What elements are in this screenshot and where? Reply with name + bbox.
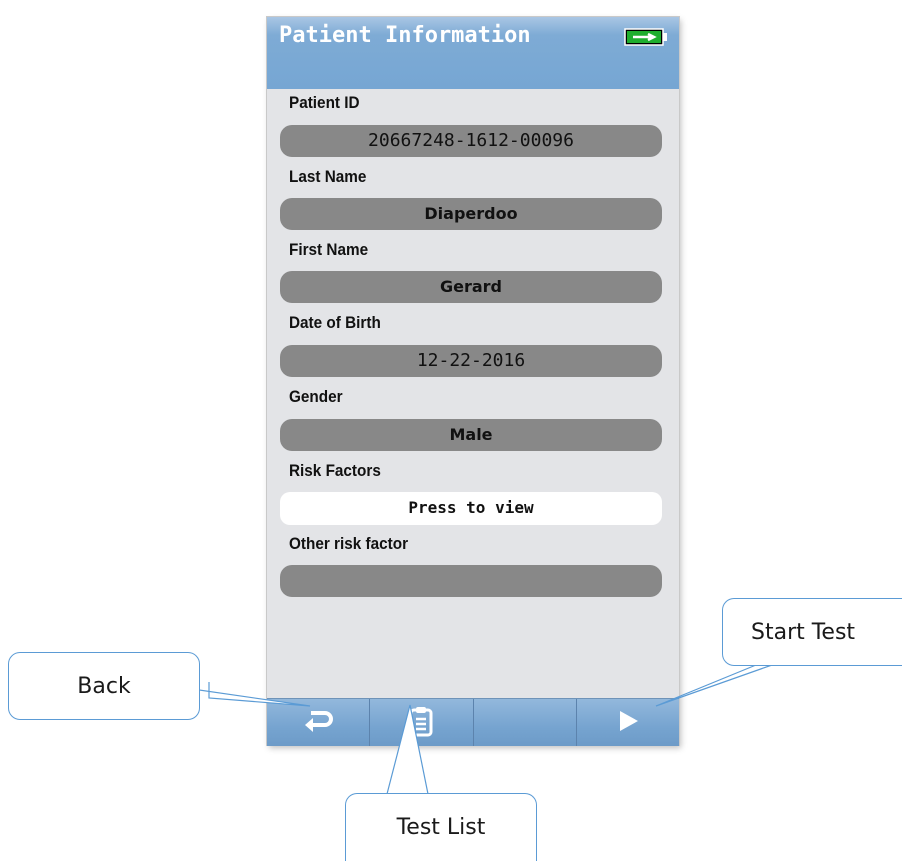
callout-connectors	[198, 664, 773, 795]
test-list-callout: Test List	[345, 793, 537, 861]
start-test-callout: Start Test	[722, 598, 902, 666]
back-callout: Back	[8, 652, 200, 720]
